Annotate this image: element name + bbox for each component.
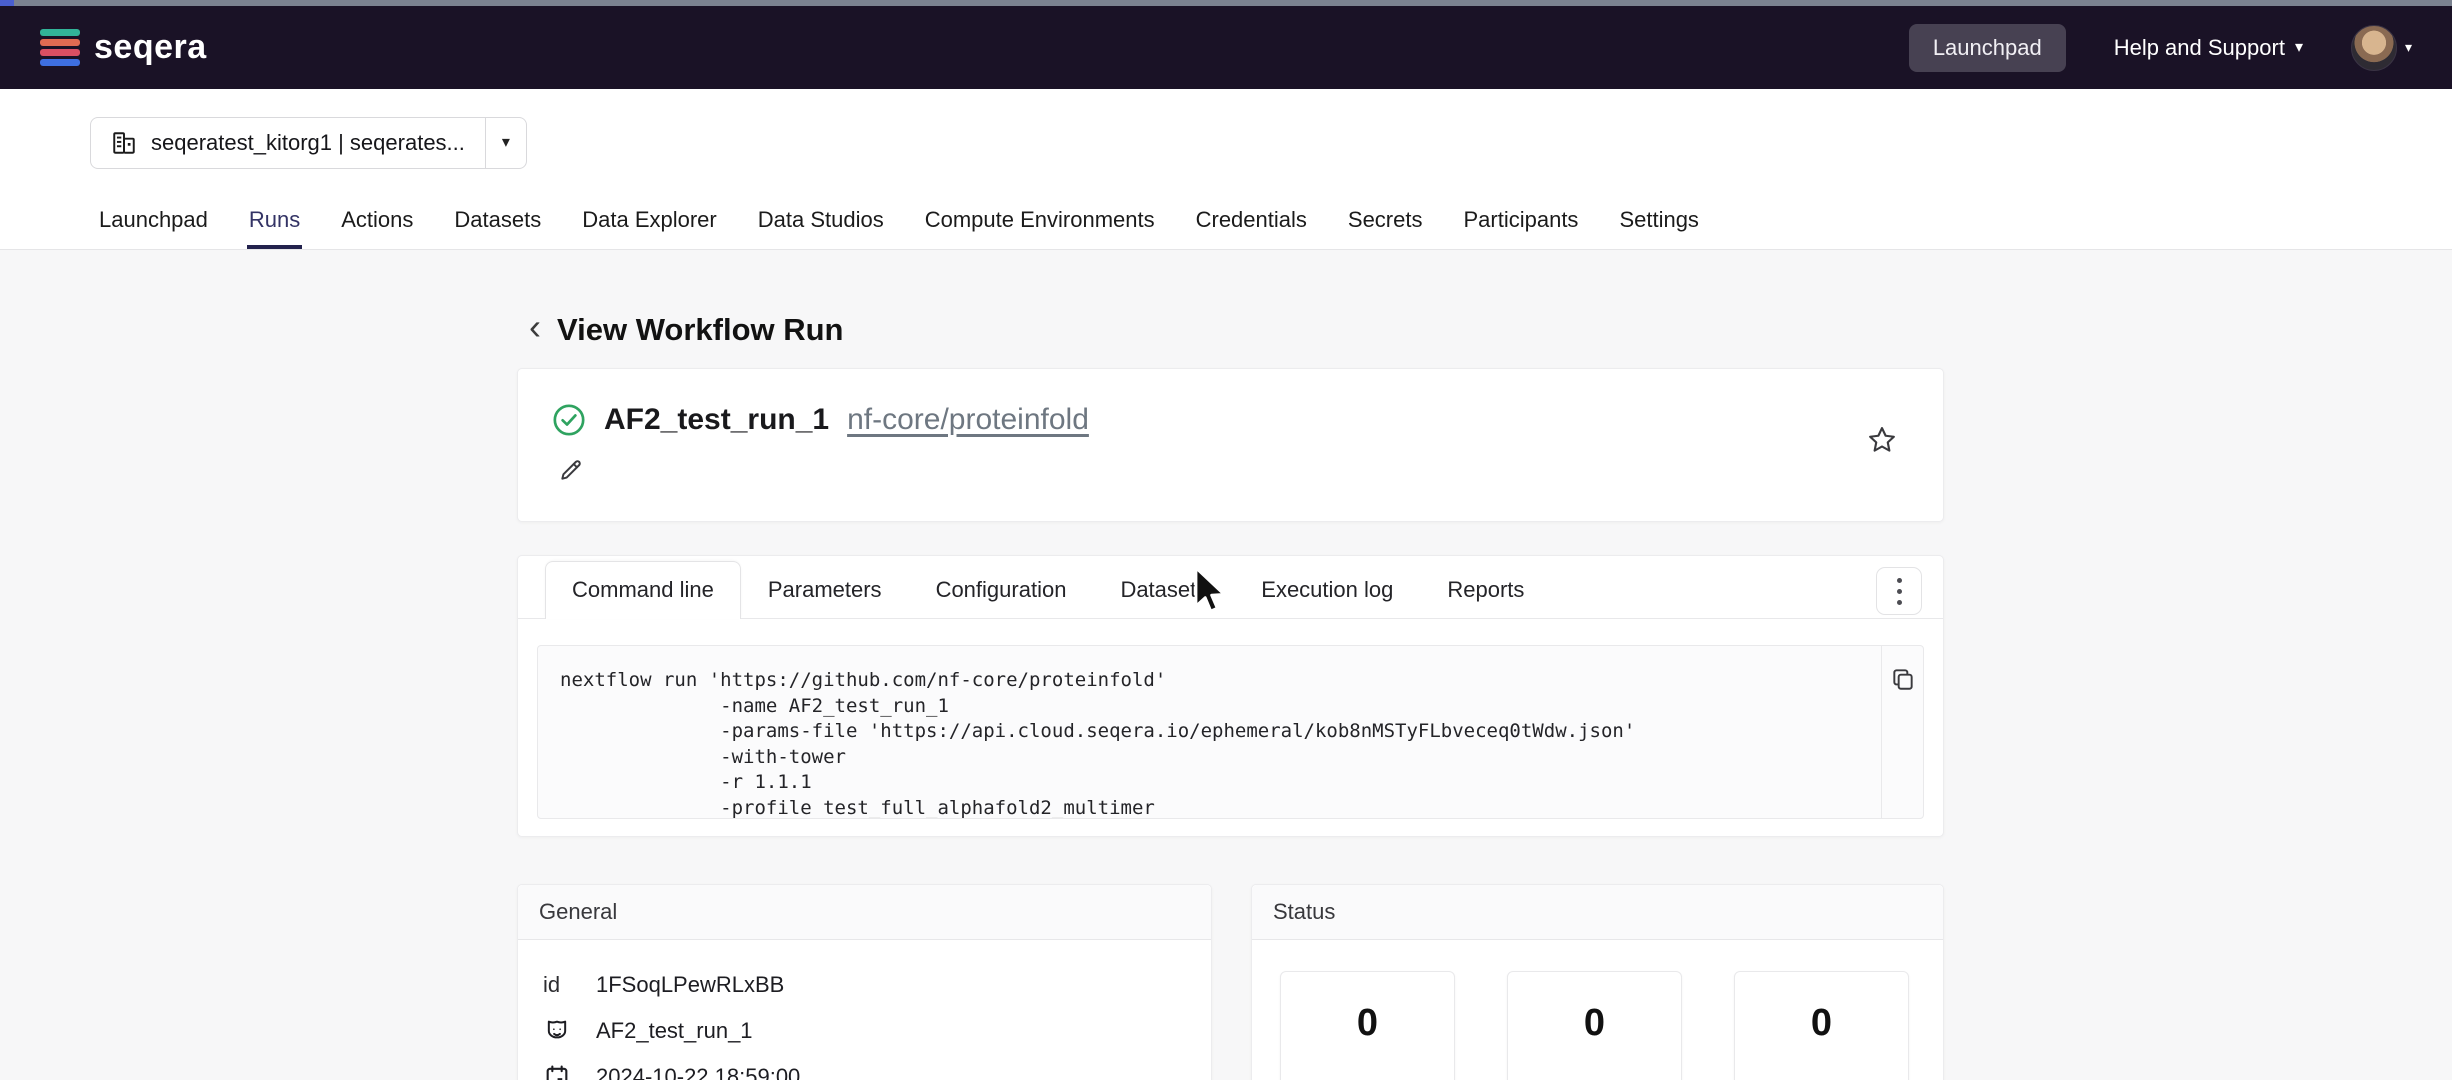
- workspace-header: seqeratest_kitorg1 | seqerates... ▾ Laun…: [0, 89, 2452, 250]
- page-title: View Workflow Run: [557, 312, 844, 348]
- chevron-down-icon: ▾: [2405, 39, 2412, 56]
- submitted-count: 0: [1508, 1002, 1681, 1045]
- status-tile-pending: 0 pending: [1280, 971, 1455, 1080]
- seqera-logo[interactable]: seqera: [40, 28, 207, 67]
- chevron-down-icon: ▾: [502, 135, 510, 151]
- run-name-masks-icon: [543, 1017, 579, 1045]
- user-menu[interactable]: ▾: [2351, 25, 2412, 71]
- top-navbar: seqera Launchpad Help and Support ▾ ▾: [0, 6, 2452, 89]
- general-row-id: id 1FSoqLPewRLxBB: [543, 962, 1211, 1008]
- chevron-down-icon: ▾: [2295, 40, 2303, 56]
- run-name: AF2_test_run_1: [604, 403, 829, 437]
- back-chevron-icon[interactable]: ‹: [529, 309, 541, 345]
- tab-settings[interactable]: Settings: [1617, 195, 1701, 249]
- general-row-date: 2024-10-22 18:59:00: [543, 1054, 1211, 1080]
- id-label: id: [543, 972, 579, 998]
- calendar-icon: [543, 1063, 579, 1080]
- tab-launchpad[interactable]: Launchpad: [97, 195, 210, 249]
- tab-credentials[interactable]: Credentials: [1194, 195, 1309, 249]
- running-count: 0: [1735, 1002, 1908, 1045]
- help-and-support-label: Help and Support: [2114, 35, 2285, 61]
- tab-reports[interactable]: Reports: [1420, 561, 1551, 618]
- tab-execution-log[interactable]: Execution log: [1234, 561, 1420, 618]
- tab-data-studios[interactable]: Data Studios: [756, 195, 886, 249]
- status-tile-submitted: 0 submitted: [1507, 971, 1682, 1080]
- tab-participants[interactable]: Participants: [1461, 195, 1580, 249]
- edit-pencil-icon[interactable]: [558, 457, 1905, 483]
- pipeline-link[interactable]: nf-core/proteinfold: [847, 403, 1089, 437]
- seqera-logo-icon: [40, 29, 80, 67]
- code-side-column: [1881, 646, 1923, 818]
- tab-parameters[interactable]: Parameters: [741, 561, 909, 618]
- tab-data-explorer[interactable]: Data Explorer: [580, 195, 719, 249]
- general-card-title: General: [518, 885, 1211, 940]
- kebab-icon: [1897, 578, 1902, 605]
- launchpad-button[interactable]: Launchpad: [1909, 24, 2066, 72]
- run-details-card: Command line Parameters Configuration Da…: [517, 555, 1944, 837]
- command-line-block: nextflow run 'https://github.com/nf-core…: [537, 645, 1924, 819]
- tab-configuration[interactable]: Configuration: [909, 561, 1094, 618]
- workspace-selector-value: seqeratest_kitorg1 | seqerates...: [151, 130, 465, 156]
- tab-actions[interactable]: Actions: [339, 195, 415, 249]
- tab-secrets[interactable]: Secrets: [1346, 195, 1425, 249]
- status-tile-running: 0 running: [1734, 971, 1909, 1080]
- organization-icon: [111, 130, 137, 156]
- star-icon[interactable]: [1867, 425, 1897, 455]
- tab-runs[interactable]: Runs: [247, 195, 302, 249]
- copy-icon[interactable]: [1890, 666, 1916, 692]
- run-date-value: 2024-10-22 18:59:00: [596, 1064, 800, 1080]
- more-options-button[interactable]: [1876, 567, 1922, 615]
- pending-count: 0: [1281, 1002, 1454, 1045]
- tab-run-datasets[interactable]: Datasets: [1093, 561, 1234, 618]
- general-card: General id 1FSoqLPewRLxBB AF2_test_run_1: [517, 884, 1212, 1080]
- tab-command-line[interactable]: Command line: [545, 561, 741, 619]
- run-header-card: AF2_test_run_1 nf-core/proteinfold: [517, 368, 1944, 522]
- tab-datasets[interactable]: Datasets: [452, 195, 543, 249]
- workspace-selector-caret[interactable]: ▾: [485, 118, 526, 168]
- help-and-support-menu[interactable]: Help and Support ▾: [2114, 35, 2303, 61]
- workspace-selector[interactable]: seqeratest_kitorg1 | seqerates... ▾: [90, 117, 527, 169]
- status-card-title: Status: [1252, 885, 1943, 940]
- run-name-value: AF2_test_run_1: [596, 1018, 753, 1044]
- success-check-icon: [552, 403, 586, 437]
- run-id-value: 1FSoqLPewRLxBB: [596, 972, 784, 998]
- tab-compute-environments[interactable]: Compute Environments: [923, 195, 1157, 249]
- brand-name: seqera: [94, 28, 207, 67]
- general-row-run-name: AF2_test_run_1: [543, 1008, 1211, 1054]
- command-line-text: nextflow run 'https://github.com/nf-core…: [538, 646, 1923, 819]
- avatar[interactable]: [2351, 25, 2397, 71]
- workspace-tabs: Launchpad Runs Actions Datasets Data Exp…: [97, 195, 1701, 249]
- status-card: Status 0 pending 0 submitted 0 running: [1251, 884, 1944, 1080]
- run-detail-tabs: Command line Parameters Configuration Da…: [518, 556, 1943, 619]
